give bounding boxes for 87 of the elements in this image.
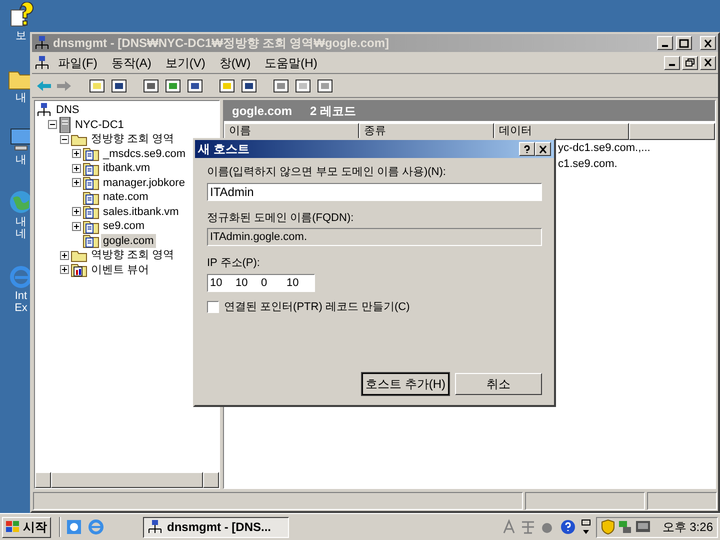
help-button[interactable] [519, 142, 535, 156]
tree-item[interactable]: gogle.com [101, 234, 156, 248]
desktop-icon-label: 내 네 [14, 216, 28, 240]
shield-icon[interactable] [601, 519, 616, 535]
fqdn-label: 정규화된 도메인 이름(FQDN): [207, 210, 355, 226]
expand-icon[interactable] [60, 265, 69, 274]
expand-icon[interactable] [60, 250, 69, 260]
menu-item[interactable]: 파일(F) [52, 54, 104, 72]
ptr-checkbox[interactable] [207, 300, 219, 313]
zone-name: gogle.com [232, 103, 292, 120]
tree-item[interactable]: 정방향 조회 영역 [89, 132, 176, 146]
tree-item[interactable]: DNS [54, 103, 82, 118]
column-header[interactable] [629, 123, 715, 140]
ip-address-field[interactable]: 10 10 0 10 [207, 274, 315, 292]
menu-item[interactable]: 동작(A) [105, 54, 158, 72]
flag-icon [6, 521, 20, 533]
tree-item[interactable]: 이벤트 뷰어 [89, 262, 152, 277]
ip-octet: 10 [210, 276, 224, 290]
close-button[interactable] [700, 56, 716, 70]
zone-icon [83, 233, 99, 248]
restore-button[interactable] [682, 56, 698, 70]
tree-item[interactable]: NYC-DC1 [73, 118, 126, 132]
maximize-button[interactable] [676, 36, 692, 50]
desktop-icon-label: 보 [14, 30, 28, 42]
monitor-icon[interactable] [635, 520, 652, 534]
close-icon [538, 144, 548, 154]
clock[interactable]: 오후 3:26 [662, 518, 713, 536]
expand-icon[interactable] [72, 178, 81, 188]
taskbar-button[interactable]: dnsmgmt - [DNS... [143, 516, 289, 538]
ptr-label: 연결된 포인터(PTR) 레코드 만들기(C) [224, 300, 410, 314]
column-header[interactable]: 데이터 [494, 123, 629, 140]
minimize-button[interactable] [657, 36, 673, 50]
cancel-button[interactable]: 취소 [455, 373, 542, 395]
folder-icon [71, 248, 87, 262]
record-count: 2 레코드 [310, 103, 356, 120]
zone-icon [83, 160, 99, 176]
desktop-icon-label: Int Ex [14, 290, 28, 314]
language-bar-icon[interactable] [580, 518, 592, 536]
fqdn-field: ITAdmin.gogle.com. [207, 228, 542, 246]
desktop-icon-label: 내 [14, 154, 28, 166]
ip-octet: 0 [261, 276, 268, 290]
expand-icon[interactable] [72, 207, 81, 216]
tree-item[interactable]: _msdcs.se9.com [101, 146, 188, 161]
zone-icon [83, 218, 99, 234]
tree-item[interactable]: sales.itbank.vm [101, 204, 181, 219]
minimize-icon [662, 44, 668, 46]
status-bar [647, 492, 717, 510]
minimize-button[interactable] [664, 56, 680, 70]
close-icon [703, 58, 713, 67]
table-cell-text: c1.se9.com. [558, 157, 618, 172]
add-host-button[interactable]: 호스트 추가(H) [362, 373, 449, 395]
close-button[interactable] [700, 36, 716, 50]
menu-item[interactable]: 창(W) [213, 54, 257, 72]
ip-label: IP 주소(P): [207, 256, 261, 271]
expand-icon[interactable] [72, 164, 81, 173]
zone-icon [83, 204, 99, 220]
tree-item[interactable]: se9.com [101, 219, 147, 234]
folder-icon [71, 132, 87, 146]
dialog-title: 새 호스트 [198, 141, 250, 158]
ip-octet: 10 [236, 276, 249, 290]
close-icon [703, 38, 713, 48]
zone-icon [83, 190, 99, 205]
zone-icon [83, 175, 99, 190]
zone-icon [83, 146, 99, 162]
name-label: 이름(입력하지 않으면 부모 도메인 이름 사용)(N): [207, 165, 447, 180]
desktop-icon-label: 내 [14, 92, 28, 104]
expand-icon[interactable] [72, 149, 81, 158]
menu-item[interactable]: 도움말(H) [258, 54, 324, 72]
tree-item[interactable]: manager.jobkore [101, 176, 187, 190]
ip-octet: 10 [286, 276, 300, 290]
tree-item[interactable]: nate.com [101, 190, 150, 204]
restore-icon [685, 58, 695, 67]
start-button[interactable]: 시작 [2, 516, 51, 538]
tree-item[interactable]: 역방향 조회 영역 [89, 248, 176, 262]
close-button[interactable] [535, 142, 551, 156]
maximize-icon [679, 38, 689, 48]
name-field[interactable]: ITAdmin [207, 182, 542, 200]
window-title: dnsmgmt - [DNS₩NYC-DC1₩정방향 조회 영역₩gogle.com] [53, 35, 390, 52]
collapse-icon[interactable] [60, 134, 69, 144]
tree-item[interactable]: itbank.vm [101, 161, 152, 176]
horizontal-scrollbar[interactable] [35, 472, 219, 488]
expand-icon[interactable] [72, 222, 81, 231]
table-cell-text: yc-dc1.se9.com.,... [558, 141, 650, 156]
collapse-icon[interactable] [48, 120, 57, 130]
minimize-icon [669, 64, 675, 66]
menu-item[interactable]: 보기(V) [159, 54, 212, 72]
event-log-icon [71, 262, 87, 278]
